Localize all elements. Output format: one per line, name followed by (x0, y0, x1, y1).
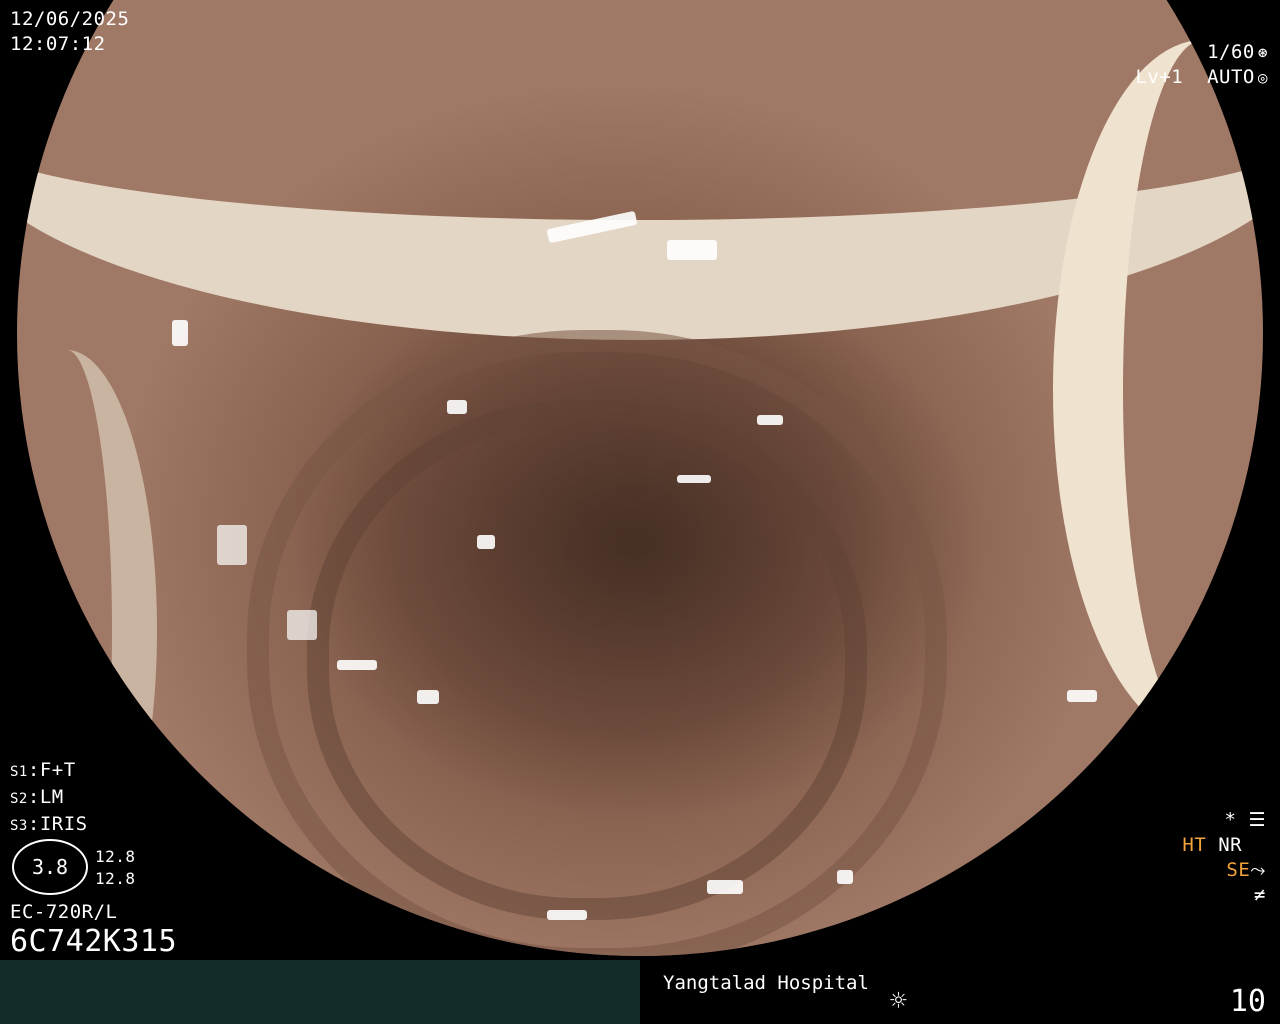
light-reflection (287, 610, 317, 640)
lumen-ring-inner (307, 400, 867, 920)
shutter-row: 1/60 ⊛ (1135, 40, 1268, 65)
light-reflection (547, 910, 587, 920)
scale-center-value: 3.8 (31, 855, 69, 879)
mode-text: AUTO (1207, 66, 1255, 88)
aperture-icon: ⊛ (1257, 43, 1268, 62)
setting-s2: S2:LM (10, 786, 64, 808)
nr-indicator: NR (1218, 834, 1243, 856)
light-reflection (1067, 690, 1097, 702)
image-counter: 10 (1229, 984, 1266, 1019)
level-row: Lv+1 AUTO ◎ (1135, 65, 1268, 90)
scale-indicator: 3.8 (12, 839, 88, 895)
structure-settings: S1:F+T S2:LM S3:IRIS (10, 758, 88, 839)
setting-s1: S1:F+T (10, 759, 76, 781)
light-reflection (217, 525, 247, 565)
light-reflection (477, 535, 495, 549)
scope-info: EC-720R/L 6C742K315 (10, 900, 177, 959)
setting-s3: S3:IRIS (10, 813, 88, 835)
footer-bar-left (0, 960, 640, 1024)
settings-panel-icon: ☰ (1248, 809, 1266, 831)
freeze-icon: ≠ (1254, 884, 1266, 906)
light-reflection (667, 240, 717, 260)
iris-icon: ◎ (1257, 68, 1268, 87)
asterisk-icon: * (1224, 809, 1237, 831)
endoscopic-view (17, 0, 1263, 956)
light-reflection (417, 690, 439, 704)
light-reflection (337, 660, 377, 670)
hospital-name: Yangtalad Hospital (663, 972, 869, 994)
light-reflection (677, 475, 711, 483)
scale-top-value: 12.8 (95, 847, 136, 866)
date-text: 12/06/2025 (10, 8, 130, 30)
light-reflection (837, 870, 853, 884)
light-icon: ☼ (890, 984, 907, 1017)
indicator-row-3: SE⤳ (1182, 858, 1266, 883)
scale-bottom-value: 12.8 (95, 869, 136, 888)
image-mode-indicators: * ☰ HT NR SE⤳ ≠ (1182, 808, 1266, 908)
exposure-readout: 1/60 ⊛ Lv+1 AUTO ◎ (1135, 40, 1268, 90)
time-text: 12:07:12 (10, 33, 106, 55)
enhancement-curve-icon: ⤳ (1250, 859, 1266, 881)
indicator-row-2: HT NR (1182, 833, 1266, 858)
footer-bar-right: Yangtalad Hospital ☼ 10 (640, 960, 1280, 1024)
indicator-row-1: * ☰ (1182, 808, 1266, 833)
scope-serial: 6C742K315 (10, 924, 178, 959)
light-reflection (757, 415, 783, 425)
datetime-readout: 12/06/2025 12:07:12 (10, 7, 129, 57)
shutter-text: 1/60 (1207, 41, 1255, 63)
level-text: Lv+1 (1135, 66, 1184, 88)
light-reflection (707, 880, 743, 894)
ht-indicator: HT (1182, 834, 1207, 856)
light-reflection (172, 320, 188, 346)
se-indicator: SE (1226, 859, 1251, 881)
scale-values: 12.8 12.8 (95, 846, 136, 890)
light-reflection (447, 400, 467, 414)
scope-model: EC-720R/L (10, 901, 118, 923)
